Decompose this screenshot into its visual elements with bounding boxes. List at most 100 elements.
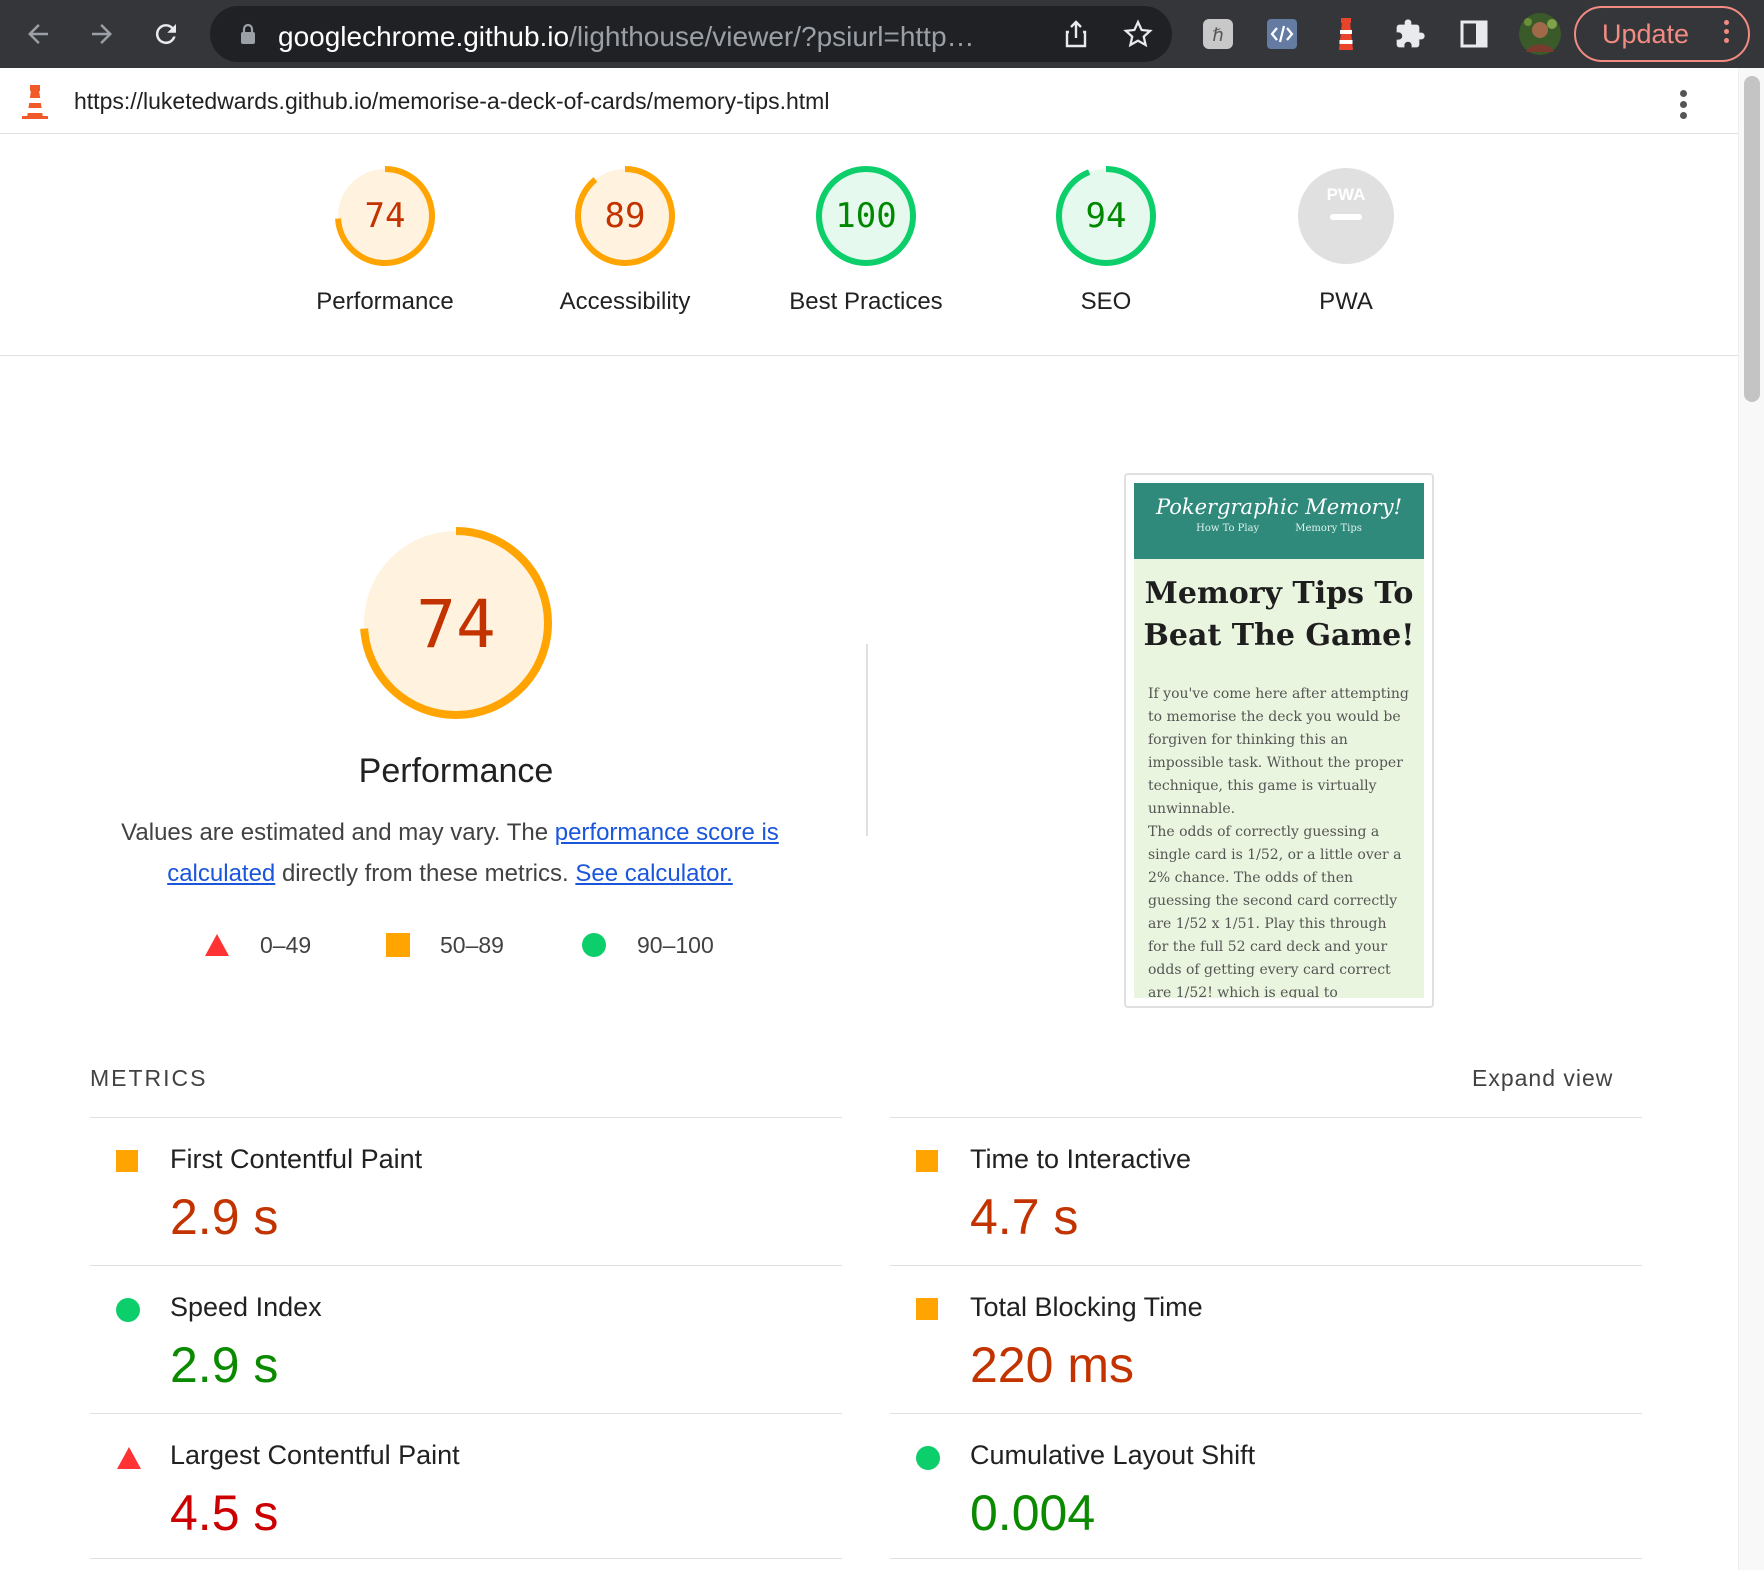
- metric-name: Speed Index: [170, 1292, 322, 1322]
- gauge-ring: 94: [1056, 166, 1156, 266]
- thumb-nav-item: How To Play: [1196, 523, 1260, 534]
- lighthouse-logo-icon: [22, 85, 48, 119]
- metric-name: Cumulative Layout Shift: [970, 1440, 1256, 1470]
- thumb-header: Pokergraphic Memory! How To Play Memory T…: [1134, 483, 1424, 559]
- puzzle-extensions-icon[interactable]: [1392, 16, 1428, 52]
- expand-view-toggle[interactable]: Expand view: [1472, 1065, 1613, 1092]
- legend-average: 50–89: [386, 930, 504, 960]
- gauge-pwa[interactable]: PWA PWA: [1246, 164, 1446, 316]
- metric-largest-contentful-paint: Largest Contentful Paint 4.5 s: [90, 1413, 842, 1561]
- thumb-brand: Pokergraphic Memory!: [1155, 495, 1403, 519]
- extension-hand-icon[interactable]: ℏ: [1200, 16, 1236, 52]
- triangle-icon: [117, 1447, 141, 1469]
- svg-text:ℏ: ℏ: [1212, 25, 1223, 46]
- metrics-bottom-divider: [90, 1558, 842, 1559]
- metric-total-blocking-time: Total Blocking Time 220 ms: [890, 1265, 1642, 1413]
- forward-button[interactable]: [82, 14, 122, 54]
- extension-code-icon[interactable]: [1264, 16, 1300, 52]
- gauge-score: 89: [605, 196, 646, 236]
- metric-name: Time to Interactive: [970, 1144, 1192, 1174]
- share-icon[interactable]: [1060, 18, 1092, 50]
- gauge-label: Performance: [316, 288, 454, 315]
- performance-big-score: 74: [416, 586, 495, 663]
- forward-arrow-icon: [92, 24, 112, 44]
- gauge-ring: 100: [816, 166, 916, 266]
- url-text[interactable]: googlechrome.github.io/lighthouse/viewer…: [278, 21, 1038, 53]
- metric-name: First Contentful Paint: [170, 1144, 423, 1174]
- back-arrow-icon: [28, 24, 48, 44]
- performance-title: Performance: [358, 752, 554, 790]
- report-url[interactable]: https://luketedwards.github.io/memorise-…: [74, 88, 829, 115]
- triangle-icon: [205, 934, 229, 956]
- metric-value: 0.004: [970, 1485, 1096, 1541]
- thumb-body: If you've come here after attempting to …: [1134, 683, 1424, 998]
- metric-speed-index: Speed Index 2.9 s: [90, 1265, 842, 1413]
- category-gauges: 74 Performance 89 Accessibility 100 Best…: [0, 134, 1738, 356]
- metric-value: 2.9 s: [170, 1189, 279, 1245]
- circle-icon: [116, 1298, 140, 1322]
- circle-icon: [582, 933, 606, 957]
- metric-name: Total Blocking Time: [970, 1292, 1203, 1322]
- see-calculator-link[interactable]: See calculator.: [575, 860, 732, 887]
- scrollbar-thumb[interactable]: [1744, 76, 1760, 402]
- metrics-heading: METRICS: [90, 1065, 208, 1091]
- thumb-paragraph: If you've come here after attempting to …: [1148, 686, 1409, 817]
- square-icon: [916, 1150, 938, 1172]
- gauge-best-practices[interactable]: 100 Best Practices: [766, 164, 966, 316]
- legend-range: 0–49: [260, 931, 312, 958]
- thumb-paragraph: The odds of correctly guessing a single …: [1148, 824, 1402, 998]
- report-header: https://luketedwards.github.io/memorise-…: [0, 68, 1738, 134]
- legend-range: 50–89: [440, 931, 504, 958]
- legend-range: 90–100: [637, 931, 714, 958]
- square-icon: [386, 933, 410, 957]
- final-screenshot-thumbnail[interactable]: Pokergraphic Memory! How To Play Memory T…: [1124, 473, 1434, 1008]
- thumb-nav: How To Play Memory Tips: [1134, 523, 1424, 534]
- side-panel-icon[interactable]: [1456, 16, 1492, 52]
- gauge-ring: 74: [335, 166, 435, 266]
- screenshot-content: Pokergraphic Memory! How To Play Memory T…: [1134, 483, 1424, 998]
- thumb-heading: Memory Tips To Beat The Game!: [1143, 576, 1415, 653]
- metric-value: 2.9 s: [170, 1337, 279, 1393]
- gauge-label: SEO: [1080, 288, 1132, 315]
- update-label: Update: [1602, 19, 1690, 49]
- pwa-badge-text: PWA: [1327, 185, 1366, 204]
- more-vert-icon: [1724, 16, 1730, 47]
- report-menu-icon[interactable]: [1680, 86, 1690, 123]
- metric-value: 4.5 s: [170, 1485, 279, 1541]
- gauge-seo[interactable]: 94 SEO: [1006, 164, 1206, 316]
- gauge-accessibility[interactable]: 89 Accessibility: [525, 164, 725, 316]
- square-icon: [916, 1298, 938, 1320]
- lighthouse-extension-icon[interactable]: [1328, 16, 1364, 52]
- browser-toolbar: googlechrome.github.io/lighthouse/viewer…: [0, 0, 1764, 68]
- reload-button[interactable]: [146, 14, 186, 54]
- legend-pass: 90–100: [581, 930, 714, 960]
- back-button[interactable]: [18, 14, 58, 54]
- address-bar[interactable]: googlechrome.github.io/lighthouse/viewer…: [210, 6, 1172, 62]
- pwa-badge-icon: PWA: [1298, 168, 1394, 264]
- gauge-performance[interactable]: 74 Performance: [285, 164, 485, 316]
- metric-time-to-interactive: Time to Interactive 4.7 s: [890, 1117, 1642, 1265]
- square-icon: [116, 1150, 138, 1172]
- profile-avatar[interactable]: [1518, 12, 1562, 56]
- circle-icon: [916, 1446, 940, 1470]
- gauge-score: 100: [835, 196, 896, 236]
- scrollbar[interactable]: [1738, 68, 1764, 1570]
- performance-description: Values are estimated and may vary. The p…: [110, 812, 790, 894]
- vertical-divider: [866, 644, 868, 836]
- lock-icon[interactable]: [232, 18, 264, 50]
- performance-big-gauge: 74: [360, 527, 552, 719]
- metric-value: 4.7 s: [970, 1189, 1079, 1245]
- metric-first-contentful-paint: First Contentful Paint 2.9 s: [90, 1117, 842, 1265]
- gauge-label: Best Practices: [789, 288, 943, 315]
- desc-text: Values are estimated and may vary. The: [121, 819, 555, 846]
- legend-fail: 0–49: [204, 930, 311, 960]
- gauge-label: PWA: [1319, 288, 1373, 315]
- thumb-nav-item: Memory Tips: [1295, 523, 1362, 534]
- gauge-score: 74: [365, 196, 406, 236]
- bookmark-star-icon[interactable]: [1122, 18, 1154, 50]
- desc-text: directly from these metrics.: [275, 860, 576, 887]
- gauge-score: 94: [1086, 196, 1127, 236]
- update-button[interactable]: Update: [1574, 6, 1750, 62]
- metric-cumulative-layout-shift: Cumulative Layout Shift 0.004: [890, 1413, 1642, 1561]
- gauge-label: Accessibility: [559, 288, 691, 315]
